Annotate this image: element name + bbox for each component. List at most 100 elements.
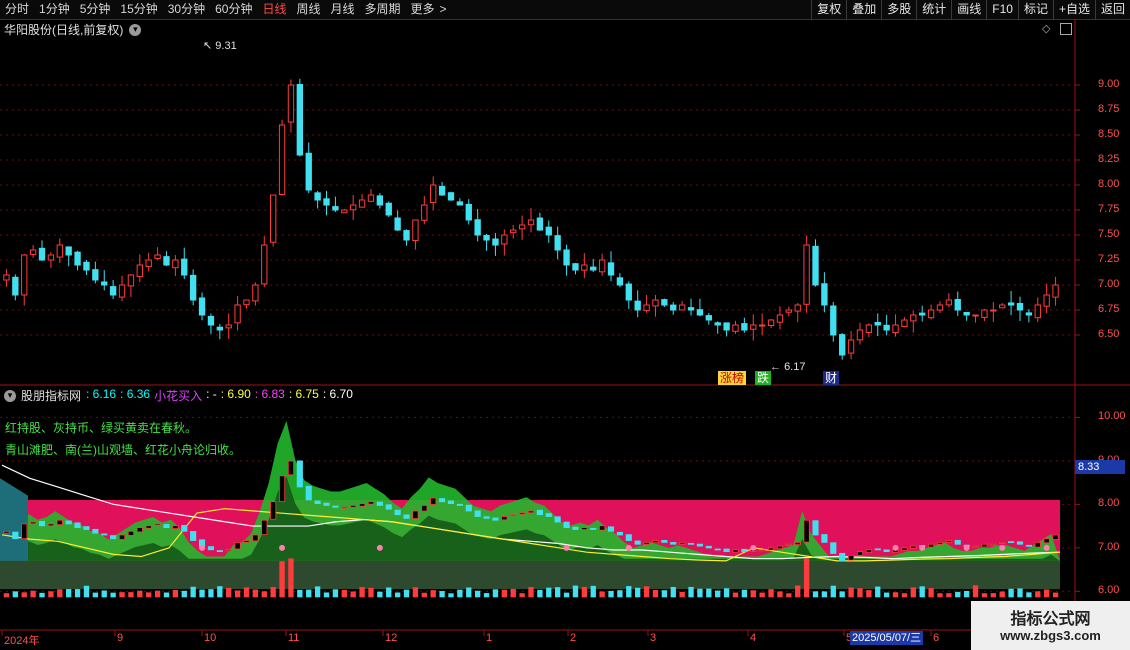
indicator-value-6: : 6.75 <box>288 387 319 401</box>
candle <box>483 234 490 251</box>
volume-bar <box>875 586 881 598</box>
volume-bar <box>386 587 392 598</box>
indicator-candle <box>536 509 543 516</box>
indicator-candle <box>465 504 472 512</box>
indicator-candle <box>687 542 695 545</box>
volume-bar <box>768 589 774 598</box>
flower-marker <box>999 544 1006 551</box>
indicator-candle <box>56 519 63 526</box>
candle <box>856 322 864 345</box>
candle <box>767 318 775 329</box>
indicator-candle <box>110 535 117 540</box>
candle <box>830 301 837 342</box>
candle <box>616 273 624 288</box>
volume-bar <box>163 592 170 598</box>
candle <box>723 322 730 337</box>
candle <box>696 298 704 317</box>
max-price-label: ↖ 9.31 <box>203 40 237 52</box>
indicator-candle <box>492 517 499 521</box>
volume-bar <box>537 589 543 598</box>
candle <box>198 292 206 321</box>
candle <box>572 263 579 275</box>
volume-bar <box>555 587 561 598</box>
candle <box>590 258 597 273</box>
volume-bar <box>999 591 1005 598</box>
candle <box>999 302 1006 309</box>
candle <box>305 142 312 194</box>
candle <box>945 293 953 308</box>
volume-bar <box>332 589 339 598</box>
volume-bar <box>706 588 712 598</box>
site-watermark: 指标公式网 www.zbgs3.com <box>971 601 1130 650</box>
indicator-candle <box>1034 541 1041 548</box>
volume-bar <box>30 590 36 598</box>
candle <box>83 259 90 276</box>
indicator-candle <box>12 531 19 540</box>
indicator-candle <box>83 526 90 530</box>
volume-bar <box>715 590 721 598</box>
indicator-candle <box>972 545 979 548</box>
indicator-candle <box>421 505 428 512</box>
candle <box>981 308 988 322</box>
flower-marker <box>199 544 206 551</box>
indicator-candle <box>616 531 623 536</box>
date-axis-label: 4 <box>750 632 757 644</box>
volume-bar <box>1052 592 1059 598</box>
indicator-candle <box>563 521 570 529</box>
indicator-candle <box>207 546 215 551</box>
tag-die[interactable]: 跌 <box>755 371 772 385</box>
candle <box>839 333 846 360</box>
price-axis-label: 8.00 <box>1098 178 1120 190</box>
indicator-candle <box>287 460 295 476</box>
indicator-candle <box>981 543 988 548</box>
indicator-candle <box>359 503 366 507</box>
volume-bar <box>723 588 730 598</box>
indicator-candle <box>1052 534 1059 540</box>
volume-bar <box>217 586 223 598</box>
candle <box>563 244 570 276</box>
candle <box>376 193 384 209</box>
volume-bar <box>626 586 632 598</box>
candle <box>892 314 899 337</box>
indicator-candle <box>216 550 223 553</box>
candle <box>732 320 739 335</box>
candle <box>1016 296 1024 321</box>
tag-cai[interactable]: 财 <box>823 371 840 385</box>
candle <box>474 208 481 242</box>
candle <box>874 313 881 337</box>
volume-bar <box>403 589 410 598</box>
indicator-poem-line2: 青山滩肥、南(兰)山观墙、红花小舟论归收。 <box>5 443 241 457</box>
flower-marker <box>625 544 632 551</box>
indicator-base-area <box>0 560 1060 590</box>
tag-zhangbang[interactable]: 涨榜 <box>718 371 747 385</box>
chart-area[interactable] <box>0 0 1130 650</box>
volume-bar <box>430 590 436 598</box>
volume-bar <box>270 587 276 598</box>
price-axis-label: 7.50 <box>1098 228 1120 240</box>
volume-bar <box>83 585 90 598</box>
indicator-candle <box>830 542 837 554</box>
candle <box>1043 283 1050 314</box>
volume-bar <box>323 592 330 598</box>
indicator-value-0: : 6.16 <box>86 387 117 401</box>
candle <box>252 282 259 306</box>
candle <box>403 229 410 246</box>
candle <box>207 313 215 334</box>
volume-bar <box>608 590 614 598</box>
candle <box>412 219 419 250</box>
chevron-down-icon[interactable]: ▾ <box>4 389 16 402</box>
candle <box>189 269 197 306</box>
volume-bar <box>243 587 250 598</box>
candle <box>243 299 250 309</box>
volume-bar <box>635 587 641 598</box>
candle <box>990 301 997 322</box>
indicator-candle <box>883 549 890 553</box>
volume-bar <box>599 591 605 598</box>
indicator-value-7: : 6.70 <box>322 387 353 401</box>
candle <box>145 252 152 272</box>
candle <box>430 176 437 211</box>
candle <box>3 269 10 287</box>
candle <box>29 245 37 258</box>
indicator-candle <box>278 475 286 502</box>
candle <box>385 201 392 217</box>
